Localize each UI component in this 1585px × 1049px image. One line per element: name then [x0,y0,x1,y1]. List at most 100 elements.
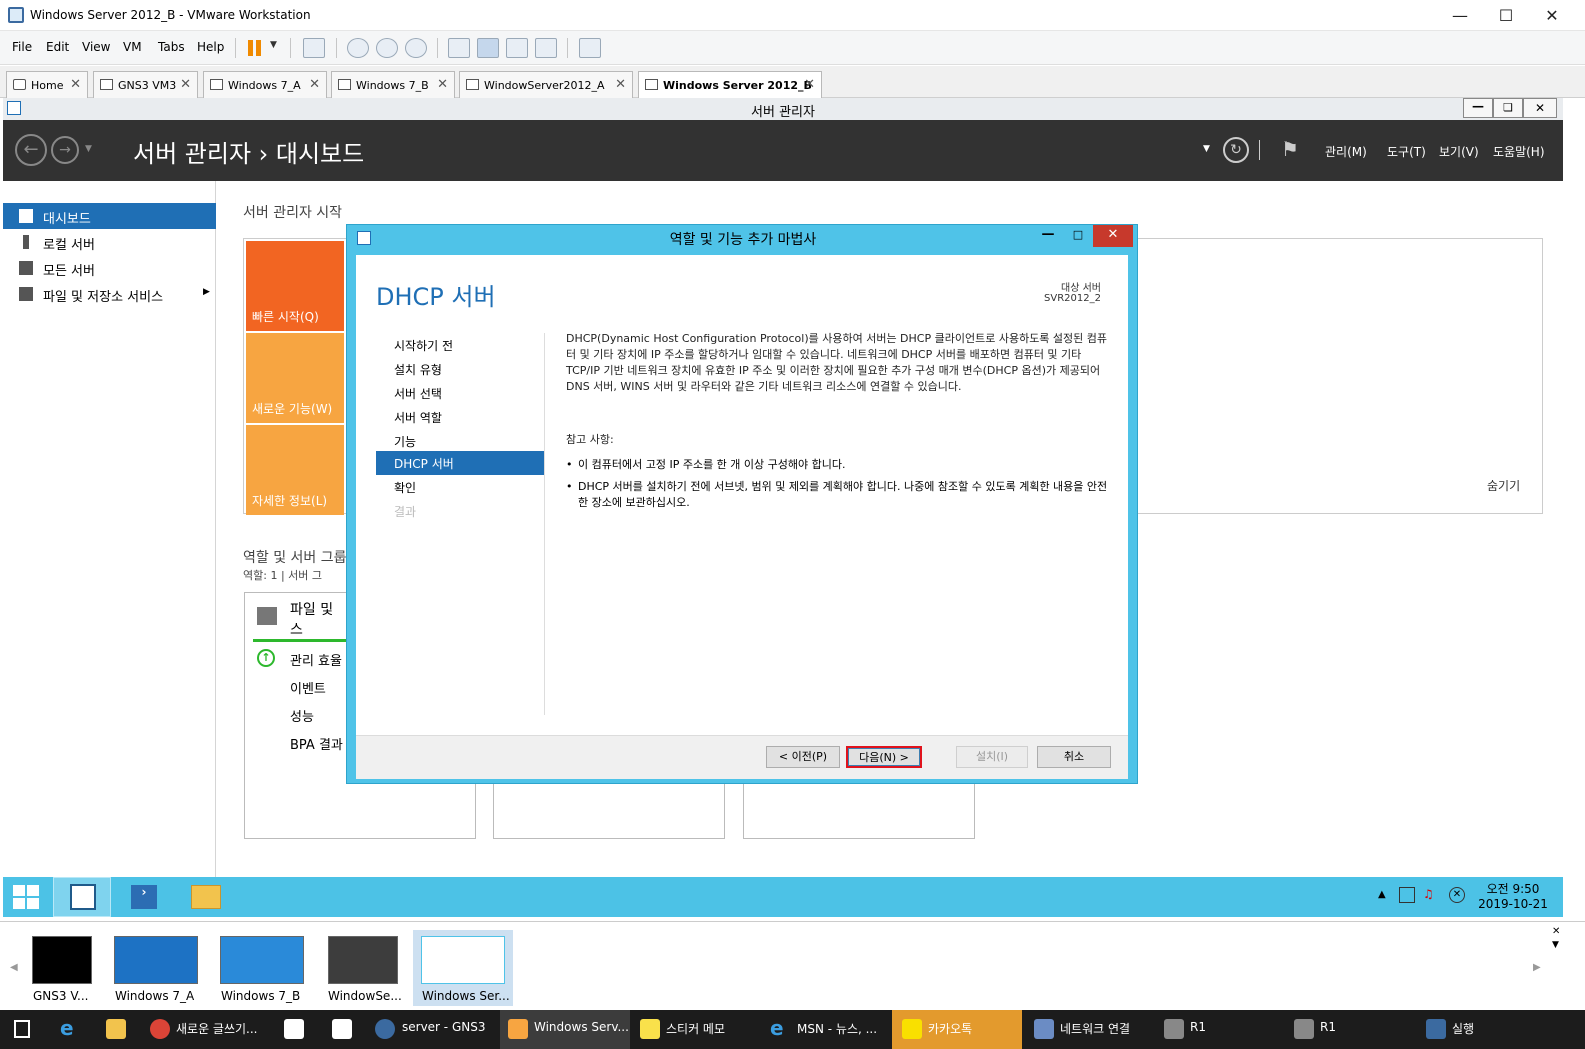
powershell-icon[interactable]: › [131,885,157,909]
role-row-performance[interactable]: 성능 [290,706,314,725]
taskbar-server-manager[interactable] [53,877,111,917]
tile-learn-more[interactable]: 자세한 정보(L) [246,425,344,515]
host-task-r1-2[interactable]: R1 [1320,1020,1336,1034]
role-card[interactable] [743,781,975,839]
menu-help[interactable]: Help [197,40,224,54]
close-icon[interactable]: ✕ [180,77,191,92]
role-row-bpa[interactable]: BPA 결과 [290,734,343,753]
chevron-down-icon[interactable]: ▼ [85,144,92,154]
host-task-r1[interactable]: R1 [1190,1020,1206,1034]
sm-minimize-button[interactable]: — [1463,98,1493,118]
menu-tools[interactable]: 도구(T) [1387,143,1426,160]
thumbnail-windows-7-a[interactable] [114,936,198,984]
host-task-vmware[interactable]: Windows Serv... [534,1020,629,1034]
menu-tabs[interactable]: Tabs [158,40,185,54]
snapshot-manager-icon[interactable] [405,38,427,58]
host-task-blog[interactable]: 새로운 글쓰기... [176,1020,258,1037]
hide-link[interactable]: 숨기기 [1487,477,1520,494]
role-row-events[interactable]: 이벤트 [290,678,326,697]
host-task-msn[interactable]: MSN - 뉴스, ... [797,1020,877,1037]
unity-icon[interactable] [535,38,557,58]
minimize-button[interactable]: — [1437,0,1483,31]
step-dhcp-server[interactable]: DHCP 서버 [376,451,544,475]
wizard-minimize-button[interactable]: — [1033,225,1063,247]
sidebar-item-file-storage[interactable]: 파일 및 저장소 서비스 ▶ [3,281,216,307]
terminal-icon[interactable] [1294,1019,1314,1039]
chevron-down-icon[interactable]: ▼ [1552,940,1559,950]
close-strip-icon[interactable]: ✕ [1552,926,1560,937]
pause-icon[interactable] [248,40,253,56]
edge-icon[interactable]: e [60,1018,80,1039]
tab-home[interactable]: Home ✕ [6,71,88,98]
menu-help[interactable]: 도움말(H) [1493,143,1545,160]
step-confirmation[interactable]: 확인 [376,475,544,499]
terminal-icon[interactable] [1164,1019,1184,1039]
tab-windowserver2012-a[interactable]: WindowServer2012_A ✕ [459,71,633,98]
tab-windows-7-a[interactable]: Windows 7_A ✕ [203,71,327,98]
next-button[interactable]: 다음(N) > [846,746,922,768]
normal-view-icon[interactable] [477,38,499,58]
clock-date[interactable]: 2019-10-21 [1473,897,1553,911]
sidebar-item-local-server[interactable]: 로컬 서버 [3,229,216,255]
host-task-kakaotalk[interactable]: 카카오톡 [928,1020,972,1037]
step-server-roles[interactable]: 서버 역할 [376,405,544,429]
menu-manage[interactable]: 관리(M) [1325,143,1367,160]
sticky-notes-icon[interactable] [640,1019,660,1039]
tab-windows-7-b[interactable]: Windows 7_B ✕ [331,71,455,98]
close-icon[interactable]: ✕ [309,77,320,92]
scroll-right-icon[interactable]: ▶ [1533,962,1541,973]
console-view-icon[interactable] [579,38,601,58]
chevron-up-icon[interactable]: ▲ [1378,889,1386,900]
step-features[interactable]: 기능 [376,429,544,453]
role-card[interactable] [493,781,725,839]
network-connections-icon[interactable] [1034,1019,1054,1039]
file-explorer-icon[interactable] [106,1019,126,1039]
menu-vm[interactable]: VM [123,40,142,54]
thumbnail-windows-7-b[interactable] [220,936,304,984]
scroll-left-icon[interactable]: ◀ [10,962,18,973]
network-icon[interactable] [1399,887,1415,903]
close-icon[interactable]: ✕ [804,77,815,92]
close-icon[interactable]: ✕ [615,77,626,92]
revert-snapshot-icon[interactable] [376,38,398,58]
step-before-you-begin[interactable]: 시작하기 전 [376,333,544,357]
step-installation-type[interactable]: 설치 유형 [376,357,544,381]
refresh-icon[interactable]: ↻ [1223,137,1249,163]
send-ctrl-alt-del-icon[interactable] [303,38,325,58]
thumbnail-windowserver2012-a[interactable] [328,936,398,984]
close-icon[interactable]: ✕ [70,77,81,92]
tab-windows-server-2012-b[interactable]: Windows Server 2012_B ✕ [638,71,822,98]
previous-button[interactable]: < 이전(P) [766,746,840,768]
menu-view[interactable]: View [82,40,110,54]
wizard-maximize-button[interactable]: □ [1063,225,1093,247]
windows-start-icon[interactable] [13,885,41,909]
host-task-run[interactable]: 실행 [1452,1020,1474,1037]
close-button[interactable]: ✕ [1529,0,1575,31]
menu-file[interactable]: File [12,40,32,54]
flag-icon[interactable]: ⚑ [1281,137,1299,161]
gns3-icon[interactable] [375,1019,395,1039]
store-icon[interactable] [284,1019,304,1039]
tile-quick-start[interactable]: 빠른 시작(Q) [246,241,344,331]
menu-view[interactable]: 보기(V) [1439,143,1479,160]
close-icon[interactable]: ✕ [437,77,448,92]
tab-gns3-vm3[interactable]: GNS3 VM3 ✕ [93,71,198,98]
thumbnail-windows-server-2012-b[interactable] [421,936,505,984]
volume-muted-icon[interactable]: ♫ [1423,887,1439,903]
thumbnail-gns3[interactable] [32,936,92,984]
snapshot-icon[interactable] [347,38,369,58]
host-task-gns3[interactable]: server - GNS3 [402,1020,485,1034]
forward-arrow-icon[interactable]: → [51,136,79,164]
host-task-sticky-notes[interactable]: 스티커 메모 [666,1020,725,1037]
sm-close-button[interactable]: ✕ [1523,98,1557,118]
chevron-down-icon[interactable]: ▼ [1203,144,1210,154]
library-icon[interactable] [448,38,470,58]
action-center-icon[interactable]: ✕ [1449,887,1465,903]
file-explorer-icon[interactable] [191,885,221,909]
vmware-icon[interactable] [508,1019,528,1039]
mail-icon[interactable] [332,1019,352,1039]
chevron-down-icon[interactable]: ▼ [270,40,277,50]
wizard-close-button[interactable]: ✕ [1093,225,1133,247]
cancel-button[interactable]: 취소 [1037,746,1111,768]
fullscreen-icon[interactable] [506,38,528,58]
